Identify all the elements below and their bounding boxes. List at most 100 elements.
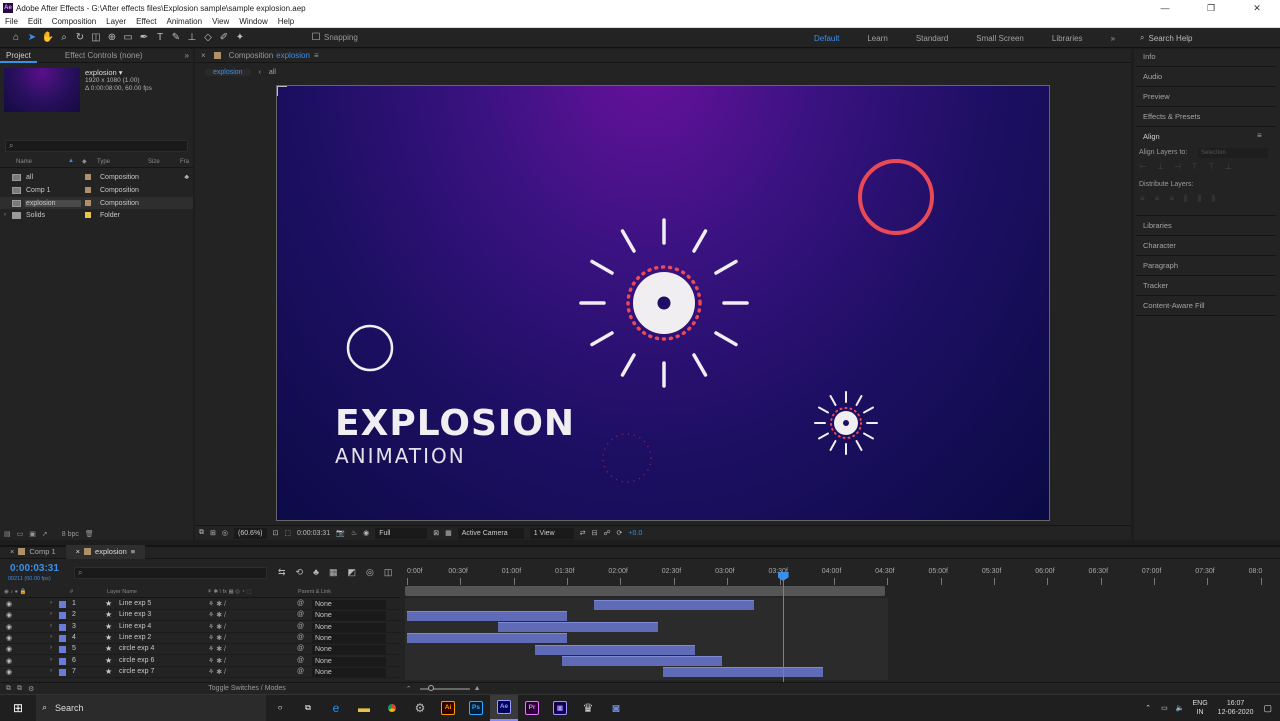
menu-effect[interactable]: Effect bbox=[131, 17, 161, 26]
layer-row[interactable]: ◉ › 6 ★ circle exp 6 ⚘ ✱ / @ None bbox=[0, 656, 400, 667]
steam-icon[interactable]: ⚙ bbox=[406, 695, 434, 721]
task-view-icon[interactable]: ⧉ bbox=[294, 695, 322, 721]
layer-row[interactable]: ◉ › 5 ★ circle exp 4 ⚘ ✱ / @ None bbox=[0, 644, 400, 656]
camera-dropdown[interactable]: Active Camera bbox=[457, 527, 524, 539]
layer-duration-bar[interactable] bbox=[663, 667, 824, 678]
timeline-current-time[interactable]: 0:00:03:31 bbox=[10, 563, 59, 574]
timeline-search-input[interactable]: ⌕ bbox=[74, 567, 267, 579]
show-hidden-icons-icon[interactable]: ⌃ bbox=[1145, 704, 1151, 712]
tab-project[interactable]: Project bbox=[0, 49, 37, 63]
after-effects-taskbar-icon[interactable]: Ae bbox=[490, 694, 518, 721]
menu-window[interactable]: Window bbox=[234, 17, 272, 26]
composition-viewer[interactable]: EXPLOSION ANIMATION bbox=[276, 85, 1050, 521]
expand-arrow-icon[interactable]: › bbox=[50, 645, 52, 651]
project-item-comp-1[interactable]: Comp 1 Composition bbox=[0, 184, 193, 196]
chrome-icon[interactable] bbox=[378, 695, 406, 721]
align-right-icon[interactable]: ⊣ bbox=[1174, 162, 1181, 172]
lock-icon[interactable] bbox=[213, 52, 221, 59]
selected-item-name[interactable]: explosion ▾ bbox=[85, 69, 152, 77]
safe-zones-icon[interactable]: ⊡ bbox=[273, 529, 279, 537]
column-name[interactable]: Name bbox=[16, 159, 32, 165]
pan-behind-tool-icon[interactable]: ⊕ bbox=[104, 30, 120, 46]
workspace-default[interactable]: Default bbox=[800, 34, 853, 43]
mask-visibility-icon[interactable]: ◎ bbox=[222, 529, 228, 537]
panel-audio[interactable]: Audio bbox=[1143, 72, 1162, 81]
panel-tracker[interactable]: Tracker bbox=[1143, 281, 1168, 290]
breadcrumb-all[interactable]: all bbox=[269, 69, 276, 76]
align-top-icon[interactable]: ⊤ bbox=[1191, 162, 1198, 172]
workspace-small-screen[interactable]: Small Screen bbox=[962, 34, 1038, 43]
time-ruler[interactable]: 0:00f 00:30f 01:00f 01:30f 02:00f 02:30f 03:00… bbox=[405, 568, 1275, 585]
clone-stamp-tool-icon[interactable]: ⊥ bbox=[184, 30, 200, 46]
align-vcenter-icon[interactable]: ⊤ bbox=[1208, 162, 1215, 172]
layer-row[interactable]: ◉ › 7 ★ circle exp 7 ⚘ ✱ / @ None bbox=[0, 667, 400, 678]
reset-exposure-icon[interactable]: ⟳ bbox=[617, 529, 623, 537]
distribute-bottom-icon[interactable]: ≡ bbox=[1169, 194, 1174, 204]
panel-menu-icon[interactable]: ≡ bbox=[131, 547, 135, 556]
flowchart-icon[interactable]: ♣ bbox=[184, 174, 189, 181]
label-swatch[interactable] bbox=[59, 646, 66, 654]
work-area-bar[interactable] bbox=[405, 586, 886, 596]
hand-tool-icon[interactable]: ✋ bbox=[40, 30, 56, 46]
notifications-icon[interactable]: ▢ bbox=[1263, 703, 1272, 714]
magnification-dropdown[interactable]: (60.6%) bbox=[233, 527, 267, 539]
search-help[interactable]: ⌕ Search Help bbox=[1140, 31, 1275, 45]
layer-switches-icon[interactable]: ⧉ bbox=[6, 685, 11, 693]
label-swatch[interactable] bbox=[59, 623, 66, 631]
flowchart-icon[interactable]: ➚ bbox=[42, 530, 48, 538]
layer-name[interactable]: circle exp 7 bbox=[119, 668, 154, 675]
workspace-learn[interactable]: Learn bbox=[853, 34, 901, 43]
expand-arrow-icon[interactable]: › bbox=[50, 611, 52, 617]
menu-help[interactable]: Help bbox=[273, 17, 299, 26]
panel-character[interactable]: Character bbox=[1143, 241, 1176, 250]
layer-name[interactable]: circle exp 4 bbox=[119, 645, 154, 652]
graph-editor-icon[interactable]: ◎ bbox=[366, 567, 374, 578]
layer-duration-bar[interactable] bbox=[407, 633, 568, 644]
composition-mini-flowchart-icon[interactable]: ⇆ bbox=[278, 567, 286, 578]
menu-layer[interactable]: Layer bbox=[101, 17, 131, 26]
snapping-checkbox-icon[interactable]: ☐ bbox=[308, 30, 324, 46]
label-column-icon[interactable]: ◆ bbox=[82, 158, 87, 165]
workspace-overflow-icon[interactable]: » bbox=[1097, 34, 1129, 43]
expand-arrow-icon[interactable]: › bbox=[50, 634, 52, 640]
minimize-button[interactable]: — bbox=[1142, 0, 1188, 16]
layer-switches-icon[interactable]: ⚘ ✱ / bbox=[208, 634, 226, 642]
illustrator-icon[interactable]: Ai bbox=[434, 695, 462, 721]
visibility-eye-icon[interactable]: ◉ bbox=[6, 668, 12, 676]
flowchart-icon[interactable]: ☍ bbox=[603, 529, 610, 537]
parent-dropdown[interactable]: None bbox=[312, 656, 386, 666]
current-time-indicator-line[interactable] bbox=[782, 572, 784, 682]
snapshot-camera-icon[interactable]: 📷 bbox=[336, 529, 345, 537]
layer-duration-bar[interactable] bbox=[497, 622, 658, 633]
distribute-top-icon[interactable]: ≡ bbox=[1140, 194, 1145, 204]
motion-blur-icon[interactable]: ◩ bbox=[348, 567, 357, 578]
rectangle-tool-icon[interactable]: ▭ bbox=[120, 30, 136, 46]
column-layer-name[interactable]: Layer Name bbox=[107, 589, 137, 595]
generic-app-icon[interactable]: ♛ bbox=[574, 695, 602, 721]
panel-menu-icon[interactable]: » bbox=[185, 51, 189, 60]
align-bottom-icon[interactable]: ⊥ bbox=[1225, 162, 1232, 172]
label-swatch[interactable] bbox=[59, 601, 66, 608]
selection-tool-icon[interactable]: ➤ bbox=[24, 30, 40, 46]
menu-animation[interactable]: Animation bbox=[161, 17, 207, 26]
project-item-all[interactable]: all Composition ♣ bbox=[0, 171, 193, 183]
pickwhip-icon[interactable]: @ bbox=[297, 645, 304, 652]
tab-comp-1[interactable]: × Comp 1 bbox=[0, 545, 66, 559]
menu-file[interactable]: File bbox=[0, 17, 23, 26]
layer-name[interactable]: Line exp 5 bbox=[119, 600, 151, 607]
transparency-grid-icon[interactable]: ▦ bbox=[445, 529, 452, 537]
layer-duration-bar[interactable] bbox=[593, 599, 754, 610]
expand-arrow-icon[interactable]: › bbox=[50, 623, 52, 629]
rotate-tool-icon[interactable]: ↻ bbox=[72, 30, 88, 46]
frame-blending-icon[interactable]: ▦ bbox=[329, 567, 338, 578]
parent-dropdown[interactable]: None bbox=[312, 600, 386, 609]
windows-start-icon[interactable]: ⊞ bbox=[0, 695, 36, 721]
workspace-libraries[interactable]: Libraries bbox=[1038, 34, 1097, 43]
exposure-value[interactable]: +0.0 bbox=[628, 530, 642, 537]
project-search-input[interactable]: ⌕ bbox=[5, 140, 188, 152]
toggle-pixel-aspect-icon[interactable]: ⇄ bbox=[580, 529, 586, 537]
label-swatch[interactable] bbox=[59, 668, 66, 676]
expand-arrow-icon[interactable]: › bbox=[4, 212, 6, 218]
grid-icon[interactable]: ⊞ bbox=[210, 529, 216, 537]
file-explorer-icon[interactable]: ▬ bbox=[350, 695, 378, 721]
